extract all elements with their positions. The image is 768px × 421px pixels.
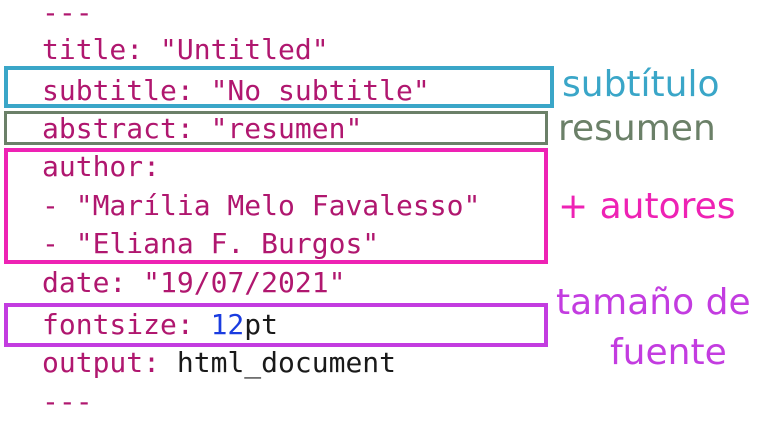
date-key: date:: [42, 266, 127, 299]
authors-annotation: + autores: [558, 186, 736, 227]
subtitle-annotation: subtítulo: [562, 64, 720, 105]
yaml-open-delimiter: ---: [42, 0, 93, 29]
fontsize-annotation-line1: tamaño de: [556, 282, 751, 323]
yaml-close-delimiter: ---: [42, 385, 93, 418]
subtitle-highlight-box: [4, 66, 554, 108]
date-value: "19/07/2021": [143, 266, 346, 299]
authors-highlight-box: [4, 148, 548, 264]
output-value: html_document: [176, 346, 397, 379]
yaml-date-line: date: "19/07/2021": [42, 264, 345, 302]
fontsize-highlight-box: [4, 303, 548, 347]
abstract-annotation: resumen: [558, 108, 716, 149]
title-value: "Untitled": [160, 33, 329, 66]
abstract-highlight-box: [4, 111, 548, 145]
output-key: output:: [42, 346, 161, 379]
yaml-output-line: output: html_document: [42, 344, 396, 382]
fontsize-annotation-line2: fuente: [610, 332, 727, 373]
yaml-title-line: title: "Untitled": [42, 31, 329, 69]
title-key: title:: [42, 33, 144, 66]
